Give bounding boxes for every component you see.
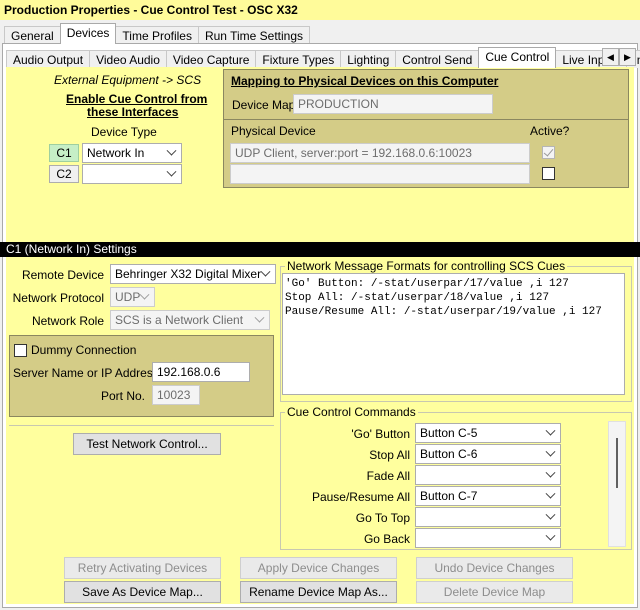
chevron-down-icon: [544, 425, 556, 441]
network-role-label: Network Role: [31, 314, 104, 328]
enable-cue-control-heading-line2: these Interfaces: [87, 105, 179, 119]
main-tab-strip: General Devices Time Profiles Run Time S…: [4, 23, 311, 44]
chevron-down-icon: [259, 266, 271, 282]
tab-general[interactable]: General: [4, 26, 61, 44]
go-button-select[interactable]: Button C-5: [415, 423, 561, 443]
active-checkbox-row2[interactable]: [542, 167, 555, 180]
stop-all-label: Stop All: [369, 448, 410, 462]
physical-device-row2[interactable]: [230, 164, 530, 184]
port-input[interactable]: 10023: [152, 385, 200, 405]
subtab-control-send[interactable]: Control Send: [395, 50, 480, 68]
device-map-label: Device Map: [232, 98, 296, 112]
message-formats-textbox[interactable]: 'Go' Button: /-stat/userpar/17/value ,i …: [282, 273, 625, 395]
subtab-video-capture[interactable]: Video Capture: [165, 50, 257, 68]
window-title: Production Properties - Cue Control Test…: [0, 0, 640, 20]
chevron-down-icon: [544, 530, 556, 546]
go-to-top-select[interactable]: [415, 507, 561, 527]
dummy-connection-label: Dummy Connection: [31, 343, 137, 357]
chevron-down-icon: [544, 467, 556, 483]
network-protocol-select[interactable]: UDP: [110, 287, 155, 307]
cue-commands-scrollbar[interactable]: [608, 421, 626, 547]
mapping-heading: Mapping to Physical Devices on this Comp…: [231, 74, 499, 88]
subtab-cue-control[interactable]: Cue Control: [478, 47, 557, 68]
cue-commands-title: Cue Control Commands: [285, 405, 418, 419]
device-type-label: Device Type: [91, 125, 157, 139]
go-to-top-label: Go To Top: [355, 511, 410, 525]
pause-resume-all-label: Pause/Resume All: [311, 490, 410, 504]
external-equipment-heading: External Equipment -> SCS: [54, 73, 202, 87]
c1-device-type-select[interactable]: Network In: [82, 143, 182, 163]
stop-all-value: Button C-6: [420, 447, 478, 461]
rename-device-map-button[interactable]: Rename Device Map As...: [240, 581, 397, 603]
c2-device-type-select[interactable]: [82, 164, 182, 184]
tab-run-time-settings[interactable]: Run Time Settings: [197, 26, 311, 44]
chevron-down-icon: [253, 312, 265, 328]
pause-resume-all-value: Button C-7: [420, 489, 478, 503]
go-back-select[interactable]: [415, 528, 561, 548]
chevron-down-icon: [544, 488, 556, 504]
chevron-down-icon: [165, 166, 177, 182]
fade-all-label: Fade All: [366, 469, 410, 483]
tab-scroll-right-icon[interactable]: ▶: [619, 48, 636, 66]
c1-device-type-value: Network In: [87, 146, 145, 160]
go-button-label: 'Go' Button: [351, 427, 410, 441]
enable-cue-control-heading-line1: Enable Cue Control from: [66, 92, 208, 106]
port-label: Port No.: [100, 389, 145, 403]
c2-label[interactable]: C2: [49, 165, 79, 183]
retry-activating-devices-button[interactable]: Retry Activating Devices: [64, 557, 221, 579]
tab-devices[interactable]: Devices: [59, 23, 117, 44]
settings-divider: [9, 425, 274, 426]
server-name-input[interactable]: 192.168.0.6: [152, 362, 250, 382]
network-protocol-value: UDP: [115, 290, 141, 304]
chevron-down-icon: [544, 446, 556, 462]
remote-device-value: Behringer X32 Digital Mixer: [115, 267, 262, 281]
remote-device-select[interactable]: Behringer X32 Digital Mixer: [110, 264, 276, 284]
chevron-down-icon: [544, 509, 556, 525]
network-protocol-label: Network Protocol: [12, 291, 104, 305]
dummy-connection-checkbox[interactable]: [14, 344, 27, 357]
settings-header: C1 (Network In) Settings: [0, 242, 640, 257]
chevron-down-icon: [165, 145, 177, 161]
message-format-stop-all: Stop All: /-stat/userpar/18/value ,i 127: [285, 292, 550, 304]
go-back-label: Go Back: [363, 532, 410, 546]
fade-all-select[interactable]: [415, 465, 561, 485]
network-role-value: SCS is a Network Client: [115, 313, 244, 327]
subtab-lighting[interactable]: Lighting: [340, 50, 397, 68]
active-checkbox-row1[interactable]: [542, 146, 555, 159]
sub-tab-strip: Audio Output Video Audio Video Capture F…: [6, 47, 640, 68]
mapping-divider: [223, 119, 629, 120]
subtab-fixture-types[interactable]: Fixture Types: [255, 50, 342, 68]
subtab-audio-output[interactable]: Audio Output: [6, 50, 91, 68]
tab-scroll-left-icon[interactable]: ◀: [602, 48, 619, 66]
active-label: Active?: [530, 124, 570, 138]
physical-device-row1[interactable]: UDP Client, server:port = 192.168.0.6:10…: [230, 143, 530, 163]
server-name-label: Server Name or IP Address: [13, 366, 159, 380]
device-map-field[interactable]: PRODUCTION: [293, 94, 493, 114]
delete-device-map-button[interactable]: Delete Device Map: [416, 581, 573, 603]
network-role-select[interactable]: SCS is a Network Client: [110, 310, 270, 330]
subtab-video-audio[interactable]: Video Audio: [89, 50, 167, 68]
test-network-control-button[interactable]: Test Network Control...: [73, 433, 221, 455]
remote-device-label: Remote Device: [21, 268, 104, 282]
apply-device-changes-button[interactable]: Apply Device Changes: [240, 557, 397, 579]
message-format-pause-resume: Pause/Resume All: /-stat/userpar/19/valu…: [285, 306, 602, 318]
undo-device-changes-button[interactable]: Undo Device Changes: [416, 557, 573, 579]
scrollbar-thumb[interactable]: [616, 438, 618, 488]
c1-label[interactable]: C1: [49, 144, 79, 162]
chevron-down-icon: [138, 289, 150, 305]
stop-all-select[interactable]: Button C-6: [415, 444, 561, 464]
message-formats-title: Network Message Formats for controlling …: [285, 259, 568, 273]
pause-resume-all-select[interactable]: Button C-7: [415, 486, 561, 506]
physical-device-label: Physical Device: [231, 124, 316, 138]
tab-time-profiles[interactable]: Time Profiles: [115, 26, 199, 44]
save-as-device-map-button[interactable]: Save As Device Map...: [64, 581, 221, 603]
go-button-value: Button C-5: [420, 426, 478, 440]
message-format-go: 'Go' Button: /-stat/userpar/17/value ,i …: [285, 278, 569, 290]
